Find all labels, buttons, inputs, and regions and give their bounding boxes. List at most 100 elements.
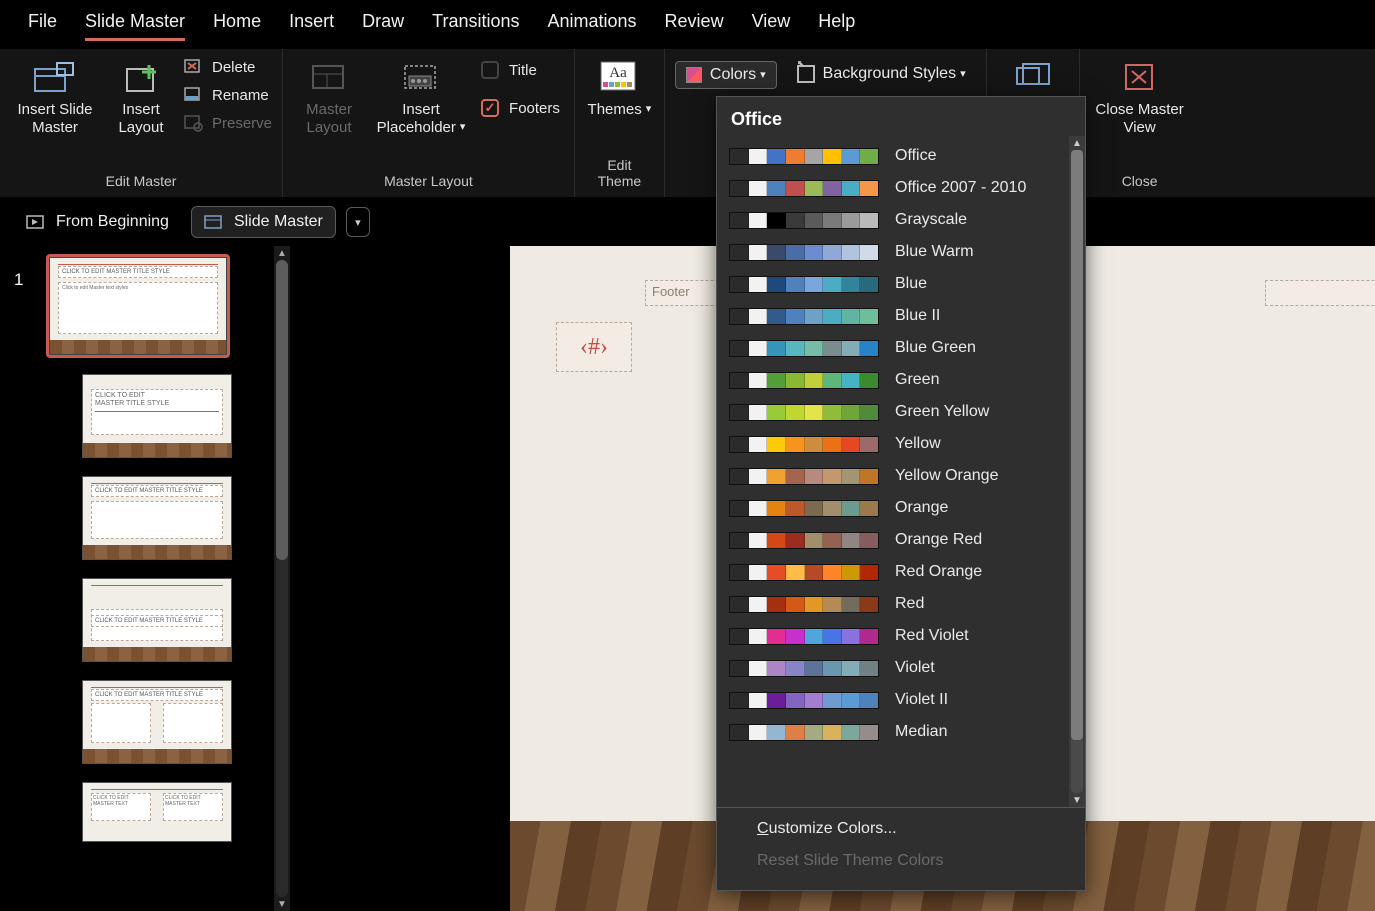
footers-checkbox[interactable] (481, 99, 499, 117)
quick-access-bar: From Beginning Slide Master ▾ (0, 198, 1375, 246)
color-scheme-item[interactable]: Red Orange (723, 556, 1069, 588)
color-scheme-label: Violet II (895, 691, 948, 709)
color-swatch-strip (729, 436, 879, 453)
color-scheme-label: Red Orange (895, 563, 982, 581)
scroll-down-icon[interactable]: ▼ (274, 897, 290, 911)
color-swatch-strip (729, 244, 879, 261)
colors-dropdown-header: Office (717, 97, 1085, 136)
dropdown-scroll-up-icon[interactable]: ▲ (1069, 136, 1085, 150)
close-master-view-button[interactable]: Close Master View (1090, 55, 1190, 141)
color-scheme-item[interactable]: Yellow (723, 428, 1069, 460)
color-scheme-item[interactable]: Blue II (723, 300, 1069, 332)
title-checkbox[interactable] (481, 61, 499, 79)
tab-view[interactable]: View (752, 11, 791, 38)
close-icon (1118, 59, 1162, 97)
layout-thumb-3[interactable]: CLICK TO EDIT MASTER TITLE STYLE (82, 578, 232, 662)
layout-thumb-5[interactable]: CLICK TO EDIT MASTER TEXT CLICK TO EDIT … (82, 782, 232, 842)
tab-review[interactable]: Review (665, 11, 724, 38)
tab-transitions[interactable]: Transitions (432, 11, 519, 38)
master-layout-group-label: Master Layout (384, 173, 473, 193)
color-scheme-item[interactable]: Median (723, 716, 1069, 748)
thumbnail-pane: 1 CLICK TO EDIT MASTER TITLE STYLE Click… (0, 246, 290, 911)
color-scheme-item[interactable]: Orange Red (723, 524, 1069, 556)
color-scheme-item[interactable]: Green Yellow (723, 396, 1069, 428)
color-scheme-item[interactable]: Violet (723, 652, 1069, 684)
scroll-up-icon[interactable]: ▲ (274, 246, 290, 260)
color-scheme-item[interactable]: Red (723, 588, 1069, 620)
tab-home[interactable]: Home (213, 11, 261, 38)
tab-file[interactable]: File (28, 11, 57, 38)
color-scheme-item[interactable]: Office 2007 - 2010 (723, 172, 1069, 204)
dropdown-scroll-down-icon[interactable]: ▼ (1069, 793, 1085, 807)
color-scheme-item[interactable]: Office (723, 140, 1069, 172)
thumbnail-scrollbar[interactable]: ▲ ▼ (274, 246, 290, 911)
color-scheme-item[interactable]: Red Violet (723, 620, 1069, 652)
insert-slide-master-button[interactable]: Insert Slide Master (10, 55, 100, 141)
dropdown-scrollbar-thumb[interactable] (1071, 150, 1083, 740)
color-scheme-item[interactable]: Blue Green (723, 332, 1069, 364)
color-scheme-item[interactable]: Grayscale (723, 204, 1069, 236)
close-master-view-label: Close Master View (1092, 101, 1188, 137)
group-edit-master: Insert Slide Master Insert Layout Delete… (0, 49, 283, 197)
slide-size-icon (1011, 59, 1055, 97)
color-swatch-strip (729, 180, 879, 197)
rename-button[interactable]: Rename (182, 85, 272, 105)
color-scheme-label: Yellow (895, 435, 941, 453)
color-scheme-item[interactable]: Blue Warm (723, 236, 1069, 268)
color-scheme-item[interactable]: Violet II (723, 684, 1069, 716)
color-swatch-strip (729, 724, 879, 741)
svg-text:Aa: Aa (610, 65, 628, 81)
footers-checkbox-row[interactable]: Footers (481, 99, 560, 117)
themes-label: Themes (588, 101, 652, 119)
layout-thumb-4[interactable]: CLICK TO EDIT MASTER TITLE STYLE (82, 680, 232, 764)
tab-animations[interactable]: Animations (548, 11, 637, 38)
slide-master-mode-button[interactable]: Slide Master (191, 206, 336, 238)
color-scheme-label: Office 2007 - 2010 (895, 179, 1026, 197)
color-scheme-label: Red Violet (895, 627, 969, 645)
tab-insert[interactable]: Insert (289, 11, 334, 38)
color-scheme-item[interactable]: Yellow Orange (723, 460, 1069, 492)
color-scheme-item[interactable]: Blue (723, 268, 1069, 300)
slide-number: 1 (14, 270, 23, 290)
background-styles-icon (797, 65, 815, 83)
quick-access-more-button[interactable]: ▾ (346, 207, 370, 237)
layout-thumb-1[interactable]: CLICK TO EDITMASTER TITLE STYLE (82, 374, 232, 458)
master-slide-thumb[interactable]: CLICK TO EDIT MASTER TITLE STYLE Click t… (48, 256, 228, 356)
title-checkbox-row[interactable]: Title (481, 61, 560, 79)
colors-button[interactable]: Colors (675, 61, 777, 89)
master-thumb-body: Click to edit Master text styles (58, 282, 218, 334)
group-master-layout: Master Layout Insert Placeholder Title F… (283, 49, 575, 197)
layout-thumb-2[interactable]: CLICK TO EDIT MASTER TITLE STYLE (82, 476, 232, 560)
slide-number-placeholder[interactable]: ‹#› (556, 322, 632, 372)
background-styles-button[interactable]: Background Styles (787, 61, 976, 87)
color-scheme-item[interactable]: Orange (723, 492, 1069, 524)
customize-colors-item[interactable]: Customize Colors... (757, 820, 1071, 838)
delete-button[interactable]: Delete (182, 57, 272, 77)
scrollbar-thumb[interactable] (276, 260, 288, 560)
tab-slide-master[interactable]: Slide Master (85, 11, 185, 41)
slide-master-icon (33, 59, 77, 97)
color-scheme-label: Blue (895, 275, 927, 293)
master-layout-button: Master Layout (293, 55, 365, 141)
preserve-button: Preserve (182, 113, 272, 133)
master-layout-icon (307, 59, 351, 97)
from-beginning-button[interactable]: From Beginning (14, 207, 181, 237)
color-swatch-strip (729, 500, 879, 517)
group-edit-theme: Aa Themes Edit Theme (575, 49, 665, 197)
color-swatch-strip (729, 276, 879, 293)
themes-button[interactable]: Aa Themes (582, 55, 656, 123)
insert-layout-button[interactable]: Insert Layout (106, 55, 176, 141)
colors-label: Colors (710, 66, 766, 84)
close-group-label: Close (1122, 173, 1158, 193)
master-layout-label: Master Layout (295, 101, 363, 137)
tab-help[interactable]: Help (818, 11, 855, 38)
color-swatch-strip (729, 532, 879, 549)
insert-placeholder-button[interactable]: Insert Placeholder (371, 55, 471, 141)
color-scheme-item[interactable]: Green (723, 364, 1069, 396)
date-placeholder[interactable] (1265, 280, 1375, 306)
color-scheme-label: Red (895, 595, 924, 613)
tab-draw[interactable]: Draw (362, 11, 404, 38)
dropdown-scrollbar[interactable]: ▲ ▼ (1069, 136, 1085, 807)
footers-checkbox-label: Footers (509, 100, 560, 117)
color-scheme-label: Green Yellow (895, 403, 989, 421)
